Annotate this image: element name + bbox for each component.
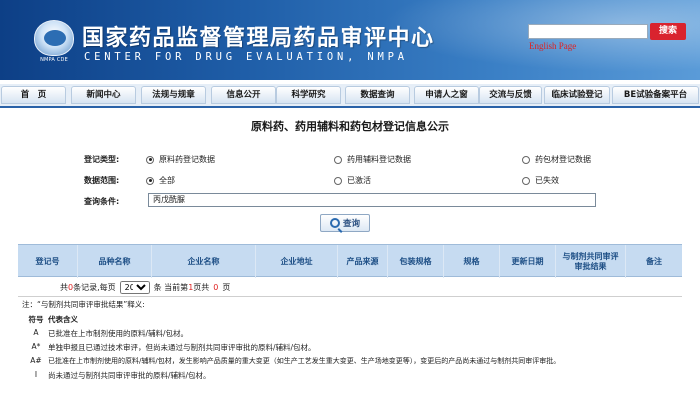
nav-regulations[interactable]: 法规与规章 bbox=[141, 86, 206, 104]
col-source: 产品来源 bbox=[338, 245, 388, 278]
site-search-input[interactable] bbox=[528, 24, 648, 39]
type-label: 登记类型: bbox=[84, 155, 120, 164]
nav-feedback[interactable]: 交流与反馈 bbox=[479, 86, 542, 104]
page-title: 原料药、药用辅料和药包材登记信息公示 bbox=[251, 120, 449, 133]
col-review-result: 与制剂共同审评审批结果 bbox=[556, 245, 626, 278]
nav-home[interactable]: 首 页 bbox=[1, 86, 66, 104]
condition-input[interactable]: 丙戊酰脲 bbox=[148, 193, 596, 207]
radio-unchecked-icon bbox=[522, 155, 530, 164]
site-title-cn: 国家药品监督管理局药品审评中心 bbox=[82, 26, 435, 51]
condition-label: 查询条件: bbox=[84, 197, 120, 206]
results-table-header: 登记号 品种名称 企业名称 企业地址 产品来源 包装规格 规格 更新日期 与制剂… bbox=[18, 244, 682, 278]
pager: 共 0 条记录,每页 20 条 当前第 1 页共 0 页 bbox=[60, 281, 230, 294]
notes-title: 注：“与制剂共同审评审批结果”释义: bbox=[22, 300, 145, 309]
radio-checked-icon bbox=[146, 155, 154, 164]
scope-label: 数据范围: bbox=[84, 176, 120, 185]
page-size-select[interactable]: 20 bbox=[119, 281, 150, 294]
nav-be-platform[interactable]: BE试验备案平台 bbox=[612, 86, 699, 104]
radio-unchecked-icon bbox=[334, 176, 342, 185]
site-search-button[interactable]: 搜索 bbox=[650, 23, 686, 40]
nav-divider bbox=[0, 106, 700, 108]
total-pages: 0 bbox=[213, 283, 219, 292]
col-reg-no: 登记号 bbox=[18, 245, 78, 278]
english-page-link[interactable]: English Page bbox=[529, 41, 576, 51]
radio-type-packaging[interactable]: 药包材登记数据 bbox=[522, 154, 591, 165]
header-banner: NMPA CDE 国家药品监督管理局药品审评中心 CENTER FOR DRUG… bbox=[0, 0, 700, 80]
nav-clinical-trial[interactable]: 临床试验登记 bbox=[544, 86, 610, 104]
nav-news[interactable]: 新闻中心 bbox=[71, 86, 136, 104]
col-packaging: 包装规格 bbox=[388, 245, 444, 278]
nav-data-query[interactable]: 数据查询 bbox=[345, 86, 410, 104]
radio-type-excipient[interactable]: 药用辅料登记数据 bbox=[334, 154, 411, 165]
nav-applicant[interactable]: 申请人之窗 bbox=[414, 86, 479, 104]
main-nav: 首 页 新闻中心 法规与规章 信息公开 科学研究 数据查询 申请人之窗 交流与反… bbox=[0, 84, 700, 106]
col-company-name: 企业名称 bbox=[152, 245, 256, 278]
radio-checked-icon bbox=[146, 176, 154, 185]
query-button[interactable]: 查询 bbox=[320, 214, 370, 232]
logo-caption: NMPA CDE bbox=[40, 57, 68, 63]
col-product-name: 品种名称 bbox=[78, 245, 152, 278]
col-company-address: 企业地址 bbox=[256, 245, 338, 278]
nav-disclosure[interactable]: 信息公开 bbox=[211, 86, 276, 104]
col-update-date: 更新日期 bbox=[500, 245, 556, 278]
radio-scope-expired[interactable]: 已失效 bbox=[522, 175, 559, 186]
nmpa-logo[interactable]: NMPA CDE bbox=[34, 20, 74, 66]
radio-unchecked-icon bbox=[522, 176, 530, 185]
radio-type-api[interactable]: 原料药登记数据 bbox=[146, 154, 215, 165]
legend-notes: 注：“与制剂共同审评审批结果”释义: 符号 代表含义 A 已批准在上市制剂使用的… bbox=[18, 296, 682, 408]
radio-scope-active[interactable]: 已激活 bbox=[334, 175, 371, 186]
col-remark: 备注 bbox=[646, 256, 662, 266]
magnifier-icon bbox=[329, 218, 340, 228]
site-title-en: CENTER FOR DRUG EVALUATION, NMPA bbox=[84, 51, 408, 63]
logo-emblem-icon bbox=[34, 20, 74, 56]
radio-scope-all[interactable]: 全部 bbox=[146, 175, 175, 186]
nav-research[interactable]: 科学研究 bbox=[276, 86, 341, 104]
col-spec: 规格 bbox=[444, 245, 500, 278]
radio-unchecked-icon bbox=[334, 155, 342, 164]
